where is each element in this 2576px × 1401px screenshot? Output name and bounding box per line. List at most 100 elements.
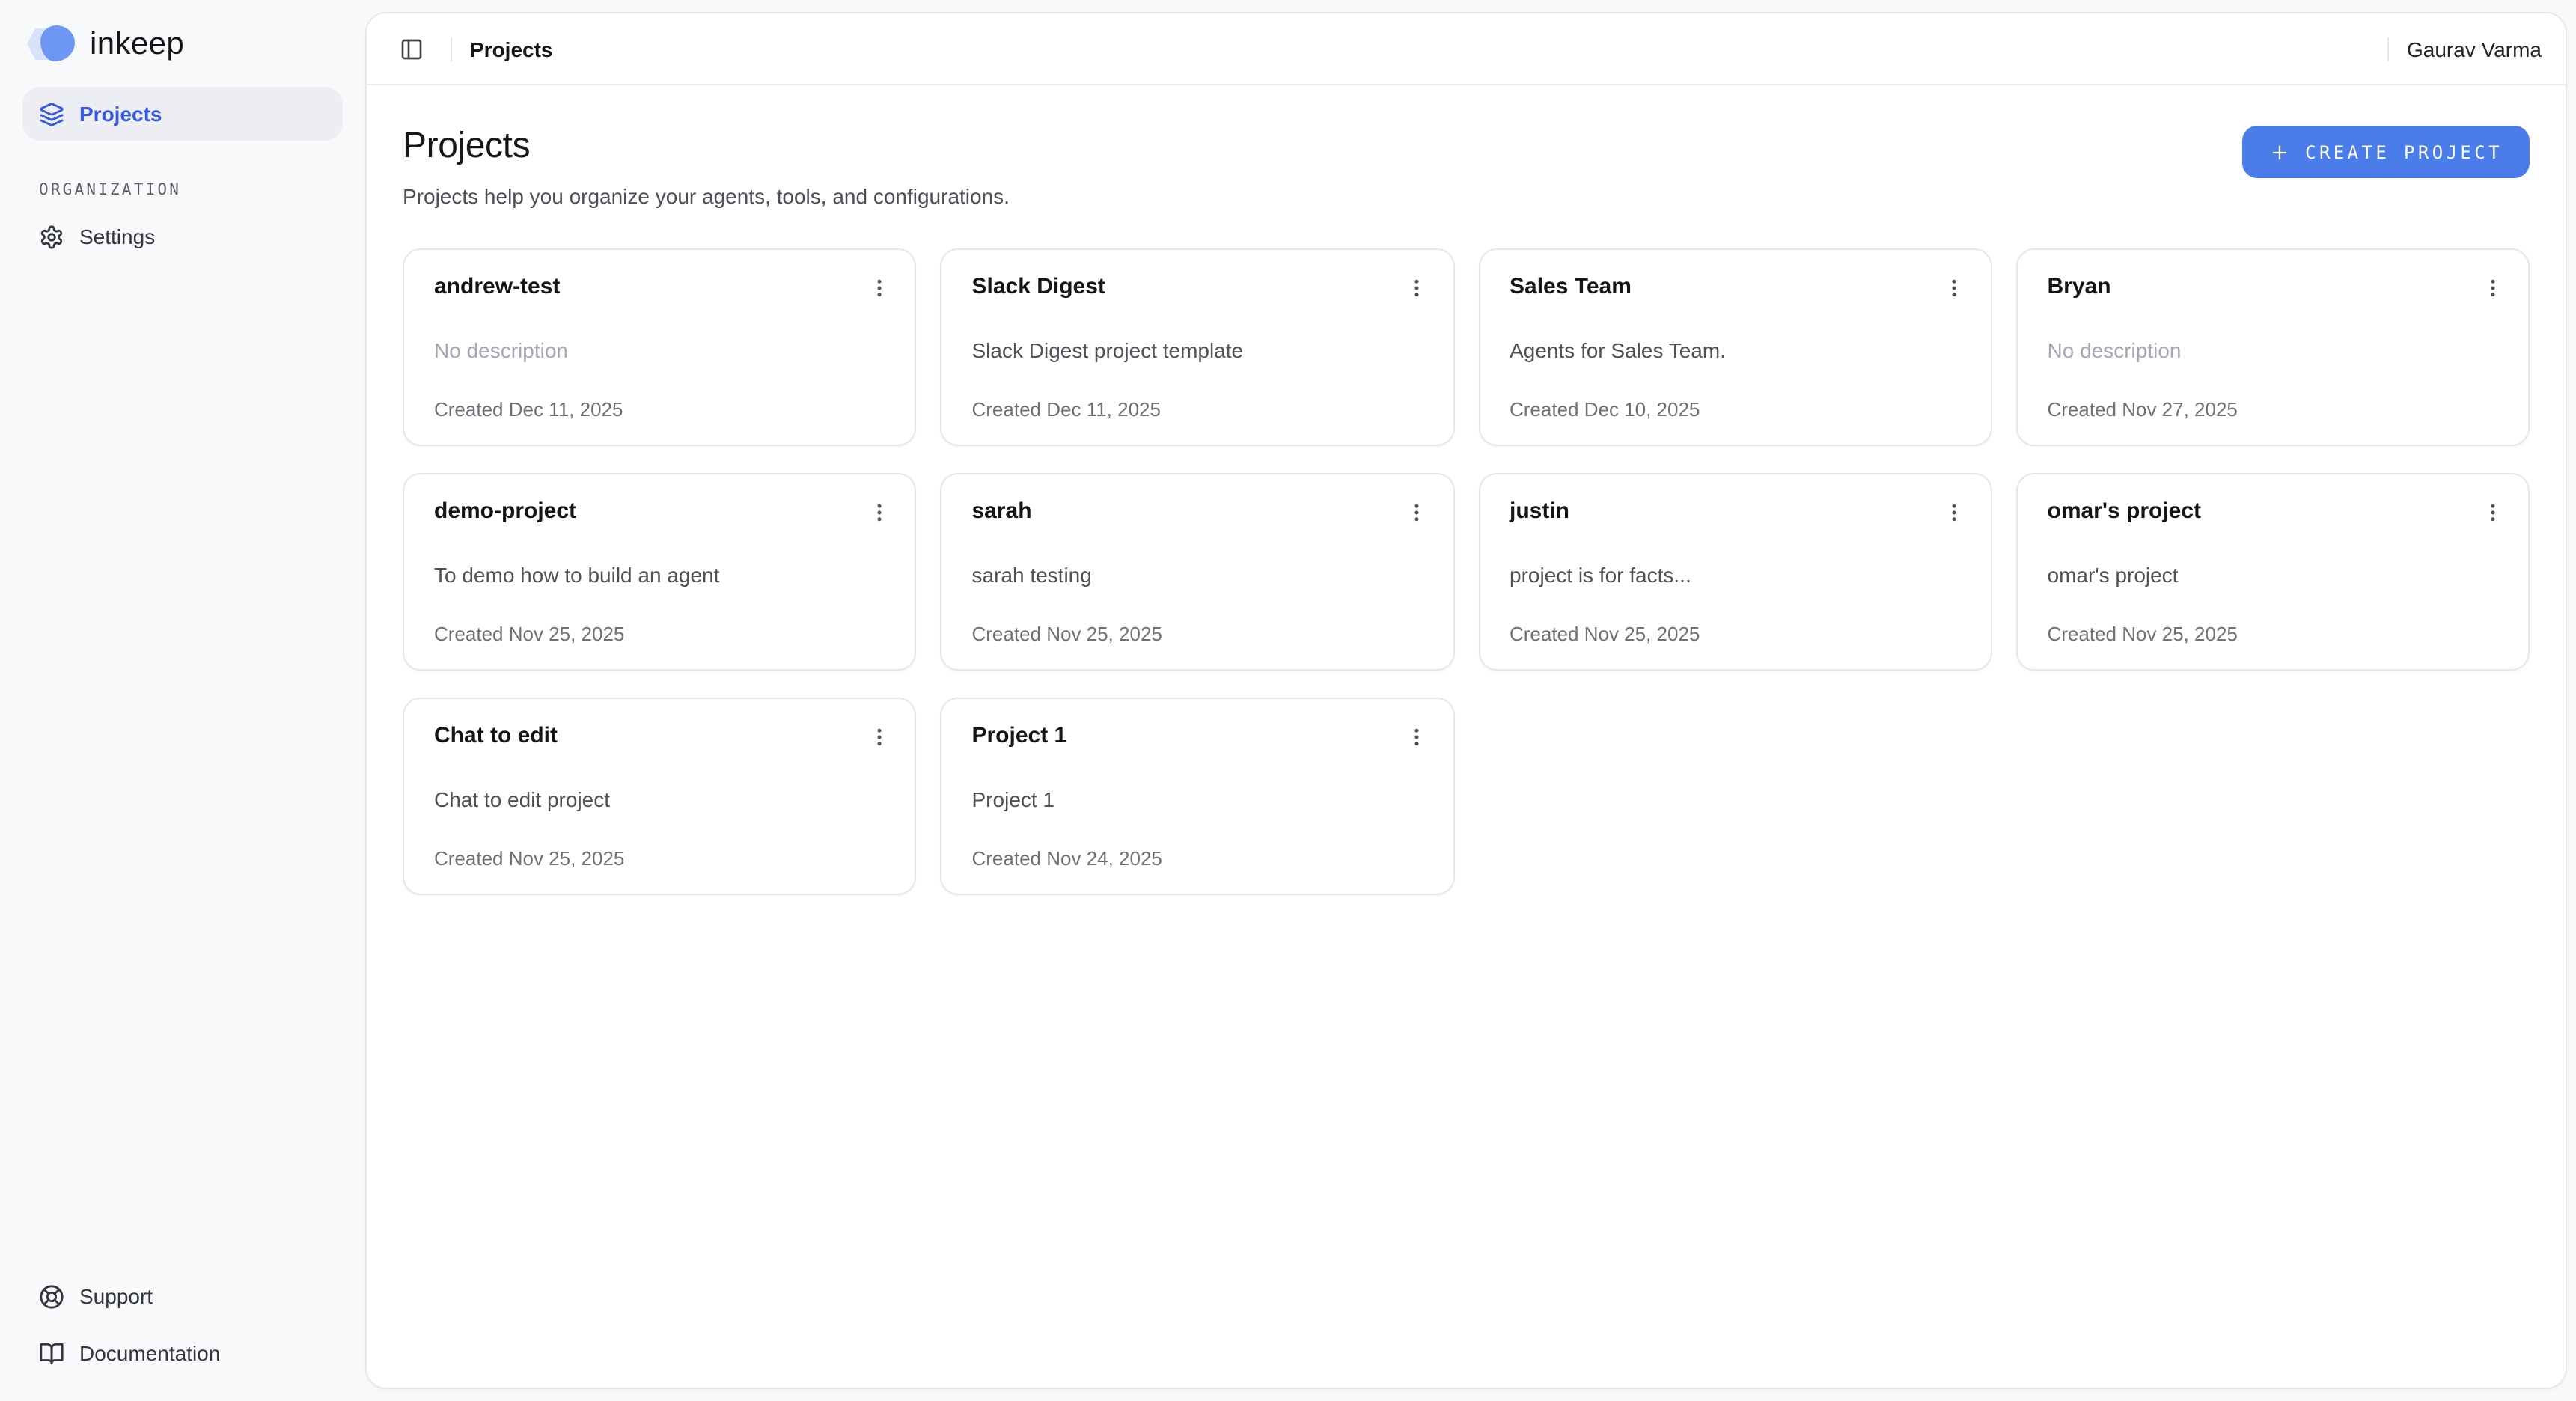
topbar: Projects Gaurav Varma <box>367 13 2566 85</box>
project-card[interactable]: Sales Team Agents for Sales Team. Create… <box>1478 248 1992 446</box>
project-name: andrew-test <box>434 272 560 302</box>
card-header: andrew-test <box>434 272 885 305</box>
layers-icon <box>39 101 64 126</box>
project-card[interactable]: sarah sarah testing Created Nov 25, 2025 <box>941 473 1455 671</box>
main-panel: Projects Gaurav Varma Projects Projects … <box>365 12 2567 1389</box>
sidebar-item-support[interactable]: Support <box>22 1269 343 1323</box>
sidebar-item-settings[interactable]: Settings <box>22 210 343 263</box>
project-description: project is for facts... <box>1510 561 1961 590</box>
gear-icon <box>39 224 64 249</box>
sidebar-nav: Projects ORGANIZATION Settings <box>0 84 365 266</box>
create-project-button-label: CREATE PROJECT <box>2305 141 2503 162</box>
breadcrumb: Projects <box>470 37 553 61</box>
project-name: demo-project <box>434 497 576 527</box>
project-description: Chat to edit project <box>434 786 885 814</box>
inkeep-logo-icon <box>27 25 76 63</box>
card-menu-button[interactable] <box>861 494 897 530</box>
kebab-menu-icon <box>868 725 891 748</box>
sidebar-item-projects[interactable]: Projects <box>22 87 343 141</box>
project-name: omar's project <box>2048 497 2202 527</box>
logo-blob-shape <box>40 25 75 61</box>
card-header: sarah <box>972 497 1423 530</box>
project-created-date: Created Nov 25, 2025 <box>434 847 885 870</box>
project-name: Slack Digest <box>972 272 1105 302</box>
project-created-date: Created Nov 25, 2025 <box>2048 623 2499 645</box>
project-card[interactable]: Project 1 Project 1 Created Nov 24, 2025 <box>941 698 1455 895</box>
card-header: Sales Team <box>1510 272 1961 305</box>
kebab-menu-icon <box>868 501 891 523</box>
project-description: No description <box>434 337 885 365</box>
project-card[interactable]: justin project is for facts... Created N… <box>1478 473 1992 671</box>
page-header-text: Projects Projects help you organize your… <box>403 126 1010 208</box>
project-card[interactable]: demo-project To demo how to build an age… <box>403 473 917 671</box>
sidebar-item-documentation[interactable]: Documentation <box>22 1326 343 1380</box>
card-header: Bryan <box>2048 272 2499 305</box>
page-header: Projects Projects help you organize your… <box>403 126 2530 208</box>
page-content: Projects Projects help you organize your… <box>367 85 2566 1388</box>
sidebar-toggle-button[interactable] <box>391 28 433 70</box>
topbar-divider <box>451 37 452 61</box>
kebab-menu-icon <box>1405 725 1428 748</box>
project-name: justin <box>1510 497 1569 527</box>
card-menu-button[interactable] <box>1937 269 1973 305</box>
kebab-menu-icon <box>1405 501 1428 523</box>
project-name: Project 1 <box>972 721 1067 751</box>
sidebar-footer: Support Documentation <box>0 1266 365 1401</box>
kebab-menu-icon <box>2481 501 2503 523</box>
project-name: Sales Team <box>1510 272 1632 302</box>
project-card[interactable]: omar's project omar's project Created No… <box>2016 473 2530 671</box>
user-menu[interactable]: Gaurav Varma <box>2407 37 2542 61</box>
page-title: Projects <box>403 126 1010 168</box>
book-open-icon <box>39 1340 64 1366</box>
card-header: demo-project <box>434 497 885 530</box>
brand-wordmark: inkeep <box>90 26 184 62</box>
brand-logo[interactable]: inkeep <box>0 0 365 84</box>
panel-left-icon <box>400 37 424 61</box>
project-description: Slack Digest project template <box>972 337 1423 365</box>
create-project-button[interactable]: CREATE PROJECT <box>2242 126 2530 178</box>
project-description: Project 1 <box>972 786 1423 814</box>
project-card[interactable]: andrew-test No description Created Dec 1… <box>403 248 917 446</box>
project-created-date: Created Dec 11, 2025 <box>434 398 885 421</box>
kebab-menu-icon <box>1405 276 1428 299</box>
sidebar-item-label: Projects <box>79 102 162 126</box>
project-card[interactable]: Slack Digest Slack Digest project templa… <box>941 248 1455 446</box>
sidebar-item-label: Settings <box>79 225 155 248</box>
card-menu-button[interactable] <box>861 718 897 754</box>
card-header: justin <box>1510 497 1961 530</box>
card-menu-button[interactable] <box>1399 494 1435 530</box>
project-created-date: Created Nov 27, 2025 <box>2048 398 2499 421</box>
project-created-date: Created Dec 11, 2025 <box>972 398 1423 421</box>
kebab-menu-icon <box>2481 276 2503 299</box>
organization-section-label: ORGANIZATION <box>22 181 343 199</box>
project-created-date: Created Nov 25, 2025 <box>1510 623 1961 645</box>
card-menu-button[interactable] <box>1399 718 1435 754</box>
project-description: Agents for Sales Team. <box>1510 337 1961 365</box>
project-description: No description <box>2048 337 2499 365</box>
project-created-date: Created Nov 25, 2025 <box>434 623 885 645</box>
card-menu-button[interactable] <box>1399 269 1435 305</box>
life-buoy-icon <box>39 1284 64 1309</box>
page-subtitle: Projects help you organize your agents, … <box>403 184 1010 208</box>
card-header: Project 1 <box>972 721 1423 754</box>
sidebar: inkeep Projects ORGANIZATION Settings Su… <box>0 0 365 1401</box>
card-menu-button[interactable] <box>2474 269 2510 305</box>
project-description: omar's project <box>2048 561 2499 590</box>
card-menu-button[interactable] <box>861 269 897 305</box>
project-card[interactable]: Bryan No description Created Nov 27, 202… <box>2016 248 2530 446</box>
card-menu-button[interactable] <box>1937 494 1973 530</box>
topbar-divider-right <box>2387 37 2389 61</box>
project-created-date: Created Dec 10, 2025 <box>1510 398 1961 421</box>
project-card[interactable]: Chat to edit Chat to edit project Create… <box>403 698 917 895</box>
project-name: Chat to edit <box>434 721 558 751</box>
card-header: omar's project <box>2048 497 2499 530</box>
kebab-menu-icon <box>1944 276 1966 299</box>
card-header: Slack Digest <box>972 272 1423 305</box>
project-description: sarah testing <box>972 561 1423 590</box>
project-name: Bryan <box>2048 272 2111 302</box>
kebab-menu-icon <box>1944 501 1966 523</box>
project-name: sarah <box>972 497 1032 527</box>
card-menu-button[interactable] <box>2474 494 2510 530</box>
project-created-date: Created Nov 25, 2025 <box>972 623 1423 645</box>
sidebar-item-label: Documentation <box>79 1341 220 1365</box>
